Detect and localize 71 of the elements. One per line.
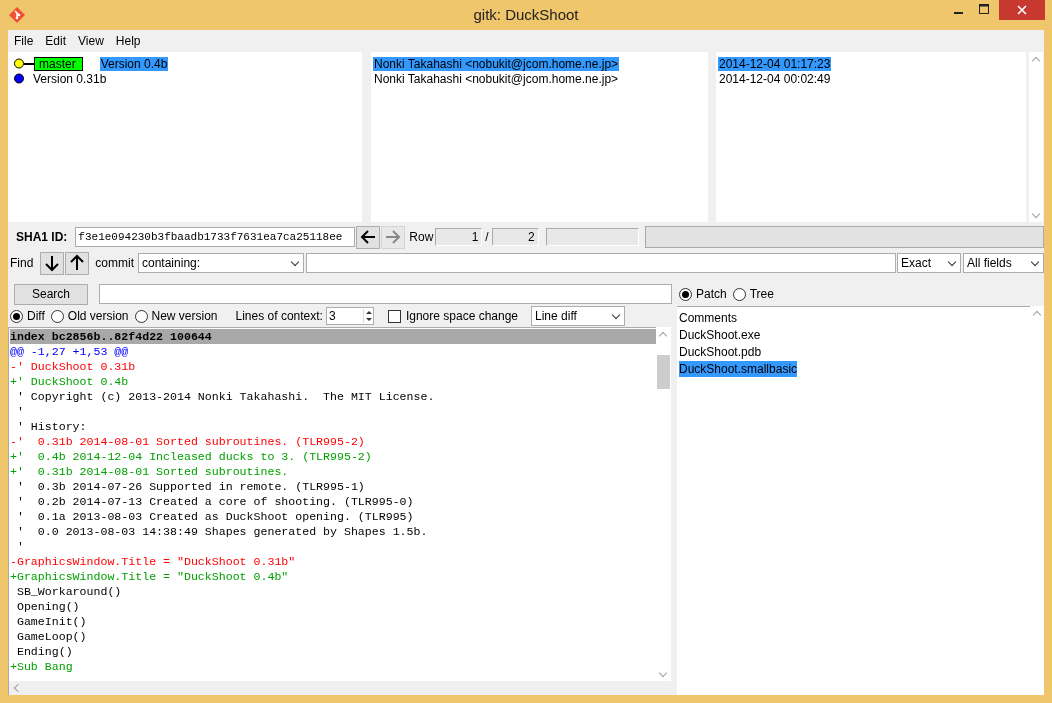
diff-line: -' 0.31b 2014-08-01 Sorted subroutines. (TLR995-2) bbox=[10, 434, 366, 449]
diff-line: GameLoop() bbox=[15, 629, 88, 644]
commit-author[interactable]: Nonki Takahashi <nobukit@jcom.home.ne.jp> bbox=[373, 56, 620, 71]
diff-line: ' 0.3b 2014-07-26 Supported in remote. (TLR995-1) bbox=[15, 479, 366, 494]
diff-line: SB_Workaround() bbox=[15, 584, 123, 599]
context-spinbox[interactable]: 3 bbox=[325, 307, 374, 325]
view-radio[interactable]: Diff bbox=[10, 309, 45, 323]
window-title: gitk: DuckShoot bbox=[473, 6, 579, 23]
view-radio[interactable]: Patch bbox=[679, 287, 727, 301]
commit-message[interactable]: Version 0.31b bbox=[32, 71, 108, 86]
diff-header: index bc2856b..82f4d22 100644 bbox=[10, 329, 656, 344]
match-dropdown[interactable]: Exact bbox=[897, 253, 961, 273]
sha-field[interactable]: f3e1e094230b3fbaadb1733f7631ea7ca25118ee bbox=[75, 227, 356, 247]
diff-line: +Sub Bang bbox=[10, 659, 74, 674]
row-total-field: 2 bbox=[491, 228, 539, 246]
menu-item[interactable]: File bbox=[8, 31, 40, 50]
diff-line: GameInit() bbox=[15, 614, 88, 629]
find-label: Find bbox=[9, 256, 35, 270]
diff-line: +GraphicsWindow.Title = "DuckShoot 0.4b" bbox=[10, 569, 290, 584]
find-field[interactable] bbox=[306, 253, 896, 273]
diff-line: ' 0.1a 2013-08-03 Created as DuckShoot opening. (TLR995) bbox=[15, 509, 415, 524]
search-field[interactable] bbox=[99, 284, 672, 304]
changed-path[interactable]: DuckShoot.exe bbox=[679, 326, 761, 343]
sha-label: SHA1 ID: bbox=[15, 230, 69, 244]
diff-line: @@ -1,27 +1,53 @@ bbox=[10, 344, 130, 359]
find-previous-button[interactable] bbox=[65, 251, 90, 275]
diff-line: +' 0.31b 2014-08-01 Sorted subroutines. bbox=[10, 464, 290, 479]
menu-item[interactable]: Help bbox=[109, 31, 147, 50]
diff-line: ' 0.2b 2014-07-13 Created a core of shooting. (TLR995-0) bbox=[15, 494, 415, 509]
search-button[interactable]: Search bbox=[14, 283, 88, 305]
changed-path[interactable]: Comments bbox=[679, 309, 737, 326]
fields-dropdown[interactable]: All fields bbox=[963, 253, 1044, 273]
find-next-button[interactable] bbox=[40, 251, 65, 275]
view-radio[interactable]: Old version bbox=[50, 309, 129, 323]
scroll-thumb[interactable] bbox=[657, 355, 670, 389]
diff-line: +' DuckShoot 0.4b bbox=[10, 374, 130, 389]
diff-line: +' 0.4b 2014-12-04 Incleased ducks to 3. (TLR995-2) bbox=[10, 449, 373, 464]
view-radio[interactable]: Tree bbox=[732, 287, 774, 301]
commit-author[interactable]: Nonki Takahashi <nobukit@jcom.home.ne.jp> bbox=[373, 71, 620, 86]
row-label: Row bbox=[409, 230, 434, 244]
row-field: 1 bbox=[435, 228, 483, 246]
back-button[interactable] bbox=[356, 225, 381, 249]
app-icon bbox=[9, 7, 25, 23]
diff-line: ' History: bbox=[15, 419, 88, 434]
diff-mode-dropdown[interactable]: Line diff bbox=[531, 306, 625, 326]
view-radio[interactable]: New version bbox=[134, 309, 218, 323]
diff-line: -GraphicsWindow.Title = "DuckShoot 0.31b" bbox=[10, 554, 297, 569]
changed-path[interactable]: DuckShoot.smallbasic bbox=[679, 360, 798, 377]
diff-line: ' bbox=[15, 404, 25, 419]
diff-line: ' bbox=[15, 539, 25, 554]
diff-line: -' DuckShoot 0.31b bbox=[10, 359, 137, 374]
diff-line: Opening() bbox=[15, 599, 81, 614]
menu-item[interactable]: Edit bbox=[39, 31, 73, 50]
changed-path[interactable]: DuckShoot.pdb bbox=[679, 343, 762, 360]
commit-date[interactable]: 2014-12-04 01:17:23 bbox=[718, 56, 832, 71]
branch-label: master bbox=[34, 56, 83, 71]
find-type-label[interactable]: commit bbox=[89, 256, 138, 270]
row-separator: / bbox=[485, 230, 489, 244]
menu-item[interactable]: View bbox=[72, 31, 110, 50]
context-label: Lines of context: bbox=[235, 309, 323, 323]
diff-line: ' 0.0 2013-08-03 14:38:49 Shapes generated by Shapes 1.5b. bbox=[15, 524, 429, 539]
commit-message[interactable]: Version 0.4b bbox=[99, 56, 169, 71]
scrollbar[interactable] bbox=[1030, 306, 1044, 695]
scrollbar[interactable] bbox=[1029, 52, 1043, 222]
ignore-space-checkbox[interactable]: Ignore space change bbox=[387, 309, 518, 323]
diff-line: Ending() bbox=[15, 644, 74, 659]
diff-line: ' Copyright (c) 2013-2014 Nonki Takahashi. The MIT License. bbox=[15, 389, 436, 404]
commit-date[interactable]: 2014-12-04 00:02:49 bbox=[718, 71, 832, 86]
scrollbar[interactable] bbox=[656, 327, 671, 681]
find-mode-dropdown[interactable]: containing: bbox=[138, 253, 304, 273]
spin-arrows-icon bbox=[362, 309, 373, 323]
